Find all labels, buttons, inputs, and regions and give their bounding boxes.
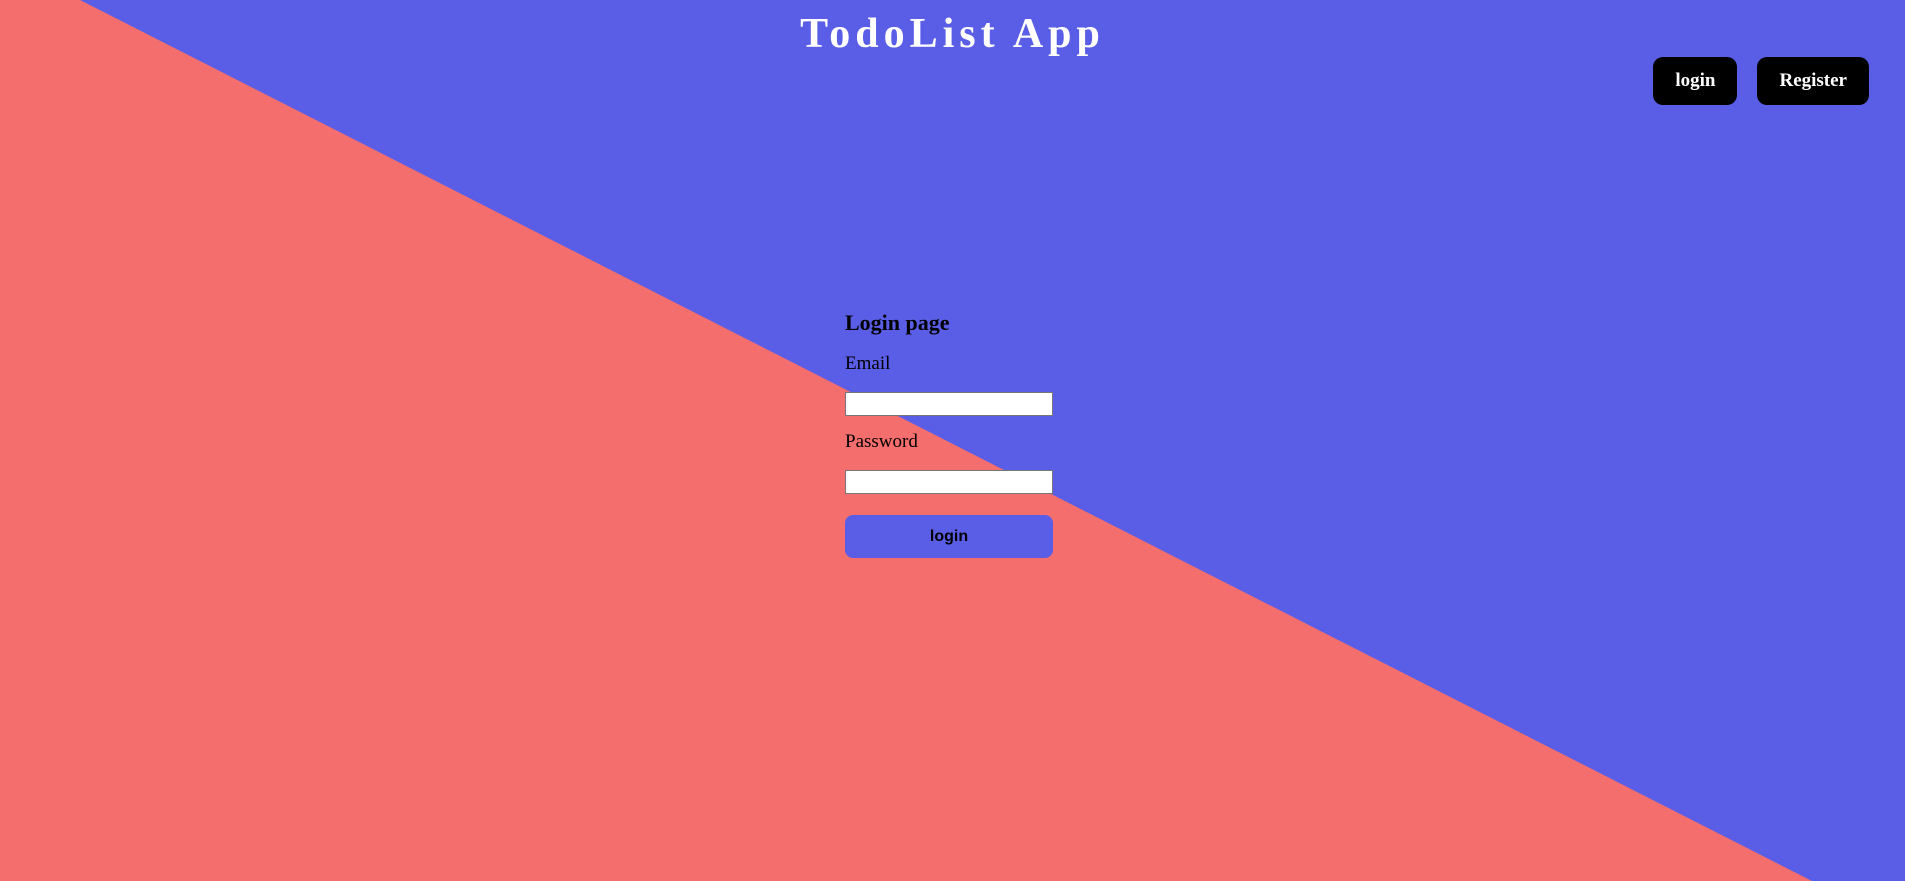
nav-register-button[interactable]: Register — [1757, 57, 1869, 105]
login-submit-button[interactable]: login — [845, 515, 1053, 558]
form-heading: Login page — [845, 310, 950, 335]
password-label: Password — [845, 431, 918, 452]
email-label: Email — [845, 353, 891, 374]
app-title: TodoList App — [800, 11, 1105, 57]
password-input[interactable] — [845, 470, 1053, 494]
login-form: Login page Email Password login — [845, 308, 1055, 558]
email-input[interactable] — [845, 392, 1053, 416]
nav-login-button[interactable]: login — [1653, 57, 1738, 105]
top-nav: login Register — [1653, 57, 1869, 105]
